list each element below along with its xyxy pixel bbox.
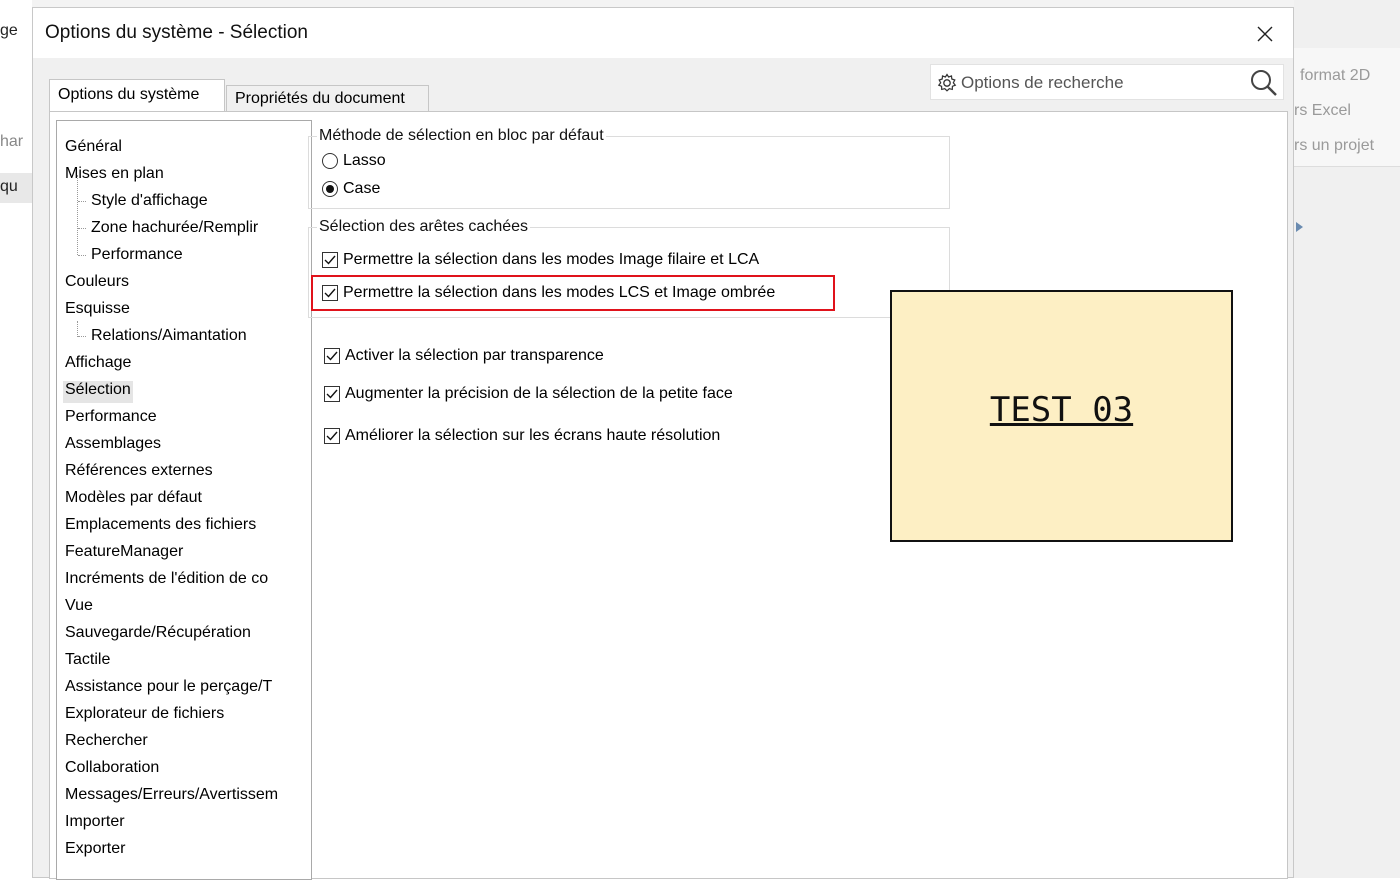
checkmark-icon [326, 389, 338, 399]
tree-item-drawings[interactable]: Mises en plan [65, 165, 164, 187]
radio-button[interactable] [322, 181, 338, 197]
tree-item-messages[interactable]: Messages/Erreurs/Avertissem [65, 786, 278, 808]
title-bar: Options du système - Sélection [33, 8, 1293, 58]
radio-lasso[interactable]: Lasso [322, 152, 386, 170]
tree-item-featuremanager[interactable]: FeatureManager [65, 543, 183, 565]
tree-item-touch[interactable]: Tactile [65, 651, 110, 673]
tab-system-options[interactable]: Options du système [49, 79, 225, 111]
tree-item-display-style[interactable]: Style d'affichage [91, 192, 208, 214]
checkmark-icon [326, 351, 338, 361]
tree-guide-line [77, 321, 78, 337]
arrow-right-icon [1296, 222, 1303, 232]
background-right-strip: format 2D rs Excel rs un projet [1294, 0, 1400, 878]
close-button[interactable] [1245, 14, 1285, 54]
tree-item-hole-wizard[interactable]: Assistance pour le perçage/T [65, 678, 272, 700]
options-tree[interactable]: Général Mises en plan Style d'affichage … [56, 120, 312, 880]
checkbox-label: Améliorer la sélection sur les écrans ha… [345, 427, 721, 444]
checkbox-label: Augmenter la précision de la sélection d… [345, 385, 733, 402]
checkbox[interactable] [322, 252, 338, 268]
checkmark-icon [326, 431, 338, 441]
tab-document-properties[interactable]: Propriétés du document [226, 85, 429, 111]
background-left-strip: ge har qu [0, 0, 32, 878]
tree-guide-line [78, 228, 86, 229]
block-selection-group: Méthode de sélection en bloc par défaut [308, 127, 950, 209]
tree-item-drawing-performance[interactable]: Performance [91, 246, 183, 268]
block-selection-label: Méthode de sélection en bloc par défaut [319, 127, 604, 144]
tree-guide-line [78, 201, 86, 202]
radio-label: Case [343, 180, 381, 197]
tree-item-display[interactable]: Affichage [65, 354, 131, 376]
tree-item-default-templates[interactable]: Modèles par défaut [65, 489, 202, 511]
radio-button[interactable] [322, 153, 338, 169]
tree-item-assemblies[interactable]: Assemblages [65, 435, 161, 457]
tree-item-export[interactable]: Exporter [65, 840, 125, 862]
background-text: har [0, 133, 24, 150]
search-input[interactable]: Options de recherche [961, 73, 1124, 93]
background-text: qu [0, 178, 18, 195]
tree-item-backup-recover[interactable]: Sauvegarde/Récupération [65, 624, 251, 646]
tree-item-sketch[interactable]: Esquisse [65, 300, 130, 322]
background-text: ge [0, 22, 18, 39]
tree-item-collaboration[interactable]: Collaboration [65, 759, 159, 781]
checkbox-small-face-precision[interactable]: Augmenter la précision de la sélection d… [324, 385, 733, 403]
tree-item-relations-snaps[interactable]: Relations/Aimantation [91, 327, 247, 349]
checkmark-icon [324, 288, 336, 298]
test-note-label: TEST 03 [989, 390, 1134, 430]
tree-item-selection[interactable]: Sélection [63, 381, 133, 403]
tree-item-external-references[interactable]: Références externes [65, 462, 213, 484]
tree-item-file-locations[interactable]: Emplacements des fichiers [65, 516, 256, 538]
search-icon[interactable] [1249, 68, 1279, 98]
checkbox-wireframe-hlv[interactable]: Permettre la sélection dans les modes Im… [322, 251, 759, 269]
checkbox[interactable] [324, 386, 340, 402]
tree-guide-line [77, 175, 78, 255]
tree-item-performance[interactable]: Performance [65, 408, 157, 430]
checkbox-select-through-transparency[interactable]: Activer la sélection par transparence [324, 347, 604, 365]
tree-guide-line [78, 255, 86, 256]
tree-item-search[interactable]: Rechercher [65, 732, 148, 754]
gear-icon [937, 73, 957, 92]
hidden-edges-label: Sélection des arêtes cachées [319, 218, 529, 235]
checkbox[interactable] [322, 285, 338, 301]
checkbox[interactable] [324, 428, 340, 444]
checkbox-label: Permettre la sélection dans les modes LC… [343, 284, 776, 301]
background-text: format 2D [1300, 67, 1371, 84]
tree-guide-line [78, 336, 86, 337]
tree-item-colors[interactable]: Couleurs [65, 273, 129, 295]
search-options-box[interactable]: Options de recherche [930, 64, 1284, 100]
background-text: rs un projet [1294, 137, 1375, 154]
checkbox-hlr-shaded[interactable]: Permettre la sélection dans les modes LC… [322, 284, 775, 302]
radio-box[interactable]: Case [322, 180, 380, 198]
tree-item-view[interactable]: Vue [65, 597, 93, 619]
checkbox-high-resolution-selection[interactable]: Améliorer la sélection sur les écrans ha… [324, 427, 720, 445]
tree-item-spin-box-increments[interactable]: Incréments de l'édition de co [65, 570, 268, 592]
close-icon [1257, 26, 1273, 42]
radio-label: Lasso [343, 152, 386, 169]
tree-item-hatch-fill[interactable]: Zone hachurée/Remplir [91, 219, 258, 241]
checkbox-label: Activer la sélection par transparence [345, 347, 604, 364]
checkbox-label: Permettre la sélection dans les modes Im… [343, 251, 760, 268]
test-note: TEST 03 [890, 290, 1233, 542]
background-text: rs Excel [1294, 102, 1351, 119]
tree-item-file-explorer[interactable]: Explorateur de fichiers [65, 705, 224, 727]
checkmark-icon [324, 255, 336, 265]
dialog-title: Options du système - Sélection [45, 22, 308, 43]
tree-item-import[interactable]: Importer [65, 813, 125, 835]
checkbox[interactable] [324, 348, 340, 364]
tree-item-general[interactable]: Général [65, 138, 122, 160]
